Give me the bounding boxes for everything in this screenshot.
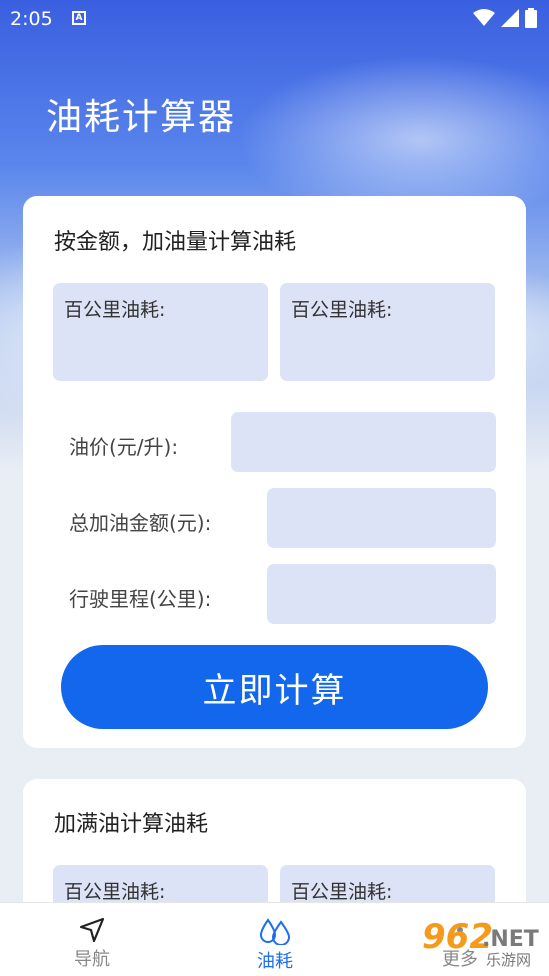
result-label: 百公里油耗: — [291, 881, 393, 903]
card-title: 按金额，加油量计算油耗 — [54, 230, 297, 255]
distance-input[interactable] — [267, 564, 496, 624]
result-label: 百公里油耗: — [291, 299, 393, 321]
battery-icon — [525, 8, 537, 28]
tab-navigation[interactable]: 导航 — [32, 903, 152, 976]
card-title: 加满油计算油耗 — [54, 812, 209, 837]
total-amount-input[interactable] — [267, 488, 496, 548]
status-bar: 2:05 A — [0, 0, 549, 38]
site-watermark: 962 .NET 乐游网 — [420, 915, 549, 971]
distance-label: 行驶里程(公里): — [69, 587, 212, 611]
oil-price-label: 油价(元/升): — [69, 435, 179, 459]
navigation-arrow-icon — [79, 917, 105, 943]
water-drops-icon — [259, 918, 291, 945]
calculate-button[interactable]: 立即计算 — [61, 645, 488, 729]
result-label: 百公里油耗: — [64, 299, 166, 321]
status-time: 2:05 — [10, 8, 53, 30]
tab-fuel[interactable]: 油耗 — [215, 903, 335, 976]
watermark-sub: 乐游网 — [486, 951, 532, 969]
notification-icon: A — [72, 11, 86, 25]
total-amount-label: 总加油金额(元): — [69, 511, 212, 535]
status-icons — [473, 8, 537, 28]
wifi-icon — [473, 9, 495, 26]
tab-label: 油耗 — [257, 951, 293, 972]
result-box-right: 百公里油耗: — [280, 283, 495, 381]
oil-price-input[interactable] — [231, 412, 496, 472]
result-label: 百公里油耗: — [64, 881, 166, 903]
signal-icon — [501, 9, 519, 27]
amount-calc-card: 按金额，加油量计算油耗 百公里油耗: 百公里油耗: 油价(元/升): 总加油金额… — [23, 196, 526, 748]
tab-label: 导航 — [74, 949, 110, 970]
page-title: 油耗计算器 — [46, 97, 237, 138]
result-box-left: 百公里油耗: — [53, 283, 268, 381]
